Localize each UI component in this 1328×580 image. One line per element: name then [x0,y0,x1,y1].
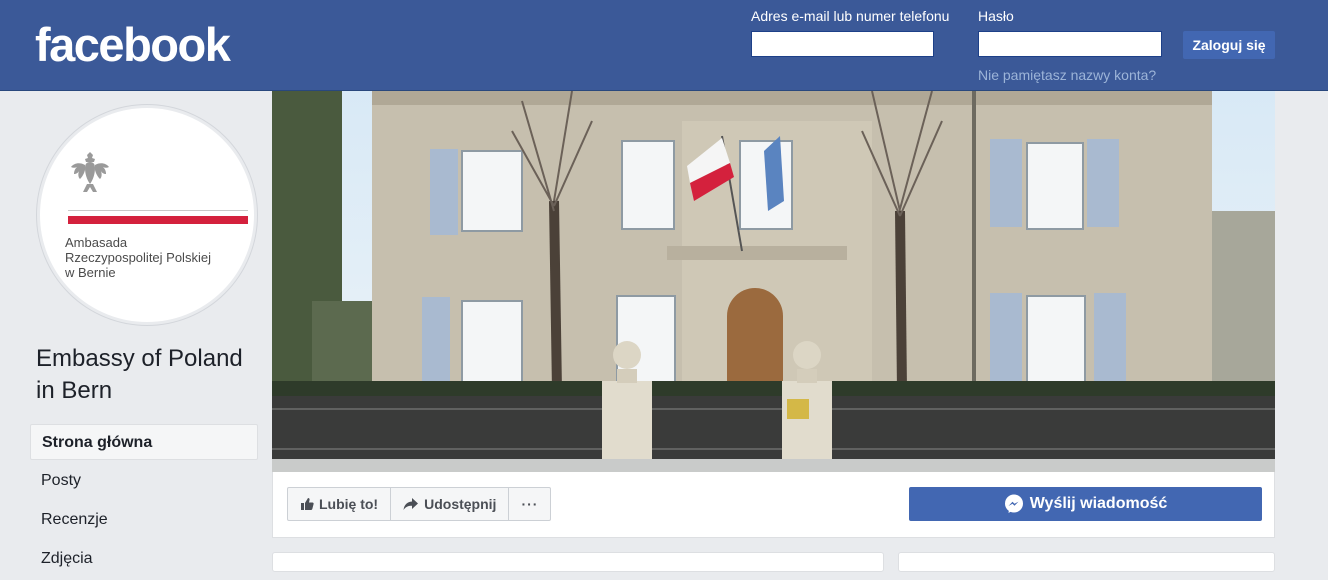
sidebar-nav: Strona główna Posty Recenzje Zdjęcia [30,424,258,580]
like-button[interactable]: Lubię to! [288,488,390,520]
sidebar-item-posts[interactable]: Posty [30,463,258,499]
more-options-label: ··· [521,496,539,512]
sidebar-item-photos[interactable]: Zdjęcia [30,541,258,577]
forgot-account-link[interactable]: Nie pamiętasz nazwy konta? [978,67,1156,83]
embassy-name-text: Ambasada Rzeczypospolitej Polskiej w Ber… [65,235,211,280]
page-title[interactable]: Embassy of Poland in Bern [36,343,266,407]
thumbs-up-icon [301,498,314,510]
email-label: Adres e-mail lub numer telefonu [751,8,950,24]
action-button-group: Lubię to! Udostępnij ··· [287,487,552,521]
like-label: Lubię to! [319,496,379,512]
emblem-divider [68,210,248,211]
password-label: Hasło [978,8,1014,24]
messenger-icon [1004,494,1023,513]
cover-photo[interactable] [272,91,1275,472]
facebook-logo[interactable]: facebook [35,17,231,73]
side-card [898,552,1275,572]
page-action-bar: Lubię to! Udostępnij ··· Wyślij wiadomoś… [272,472,1275,538]
send-message-button[interactable]: Wyślij wiadomość [909,487,1262,521]
password-input[interactable] [978,31,1162,57]
content-card [272,552,884,572]
share-arrow-icon [403,498,419,510]
email-input[interactable] [751,31,934,57]
sidebar-item-home[interactable]: Strona główna [30,424,258,460]
login-button[interactable]: Zaloguj się [1183,31,1275,59]
polish-eagle-emblem-icon [71,152,109,192]
top-bar: facebook Adres e-mail lub numer telefonu… [0,0,1328,91]
share-label: Udostępnij [424,496,497,512]
more-options-button[interactable]: ··· [508,488,550,520]
sidebar-item-reviews[interactable]: Recenzje [30,502,258,538]
embassy-building-image [272,91,1275,472]
share-button[interactable]: Udostępnij [390,488,508,520]
flag-stripe [68,216,248,224]
send-message-label: Wyślij wiadomość [1029,495,1168,512]
profile-picture[interactable]: Ambasada Rzeczypospolitej Polskiej w Ber… [37,105,257,325]
